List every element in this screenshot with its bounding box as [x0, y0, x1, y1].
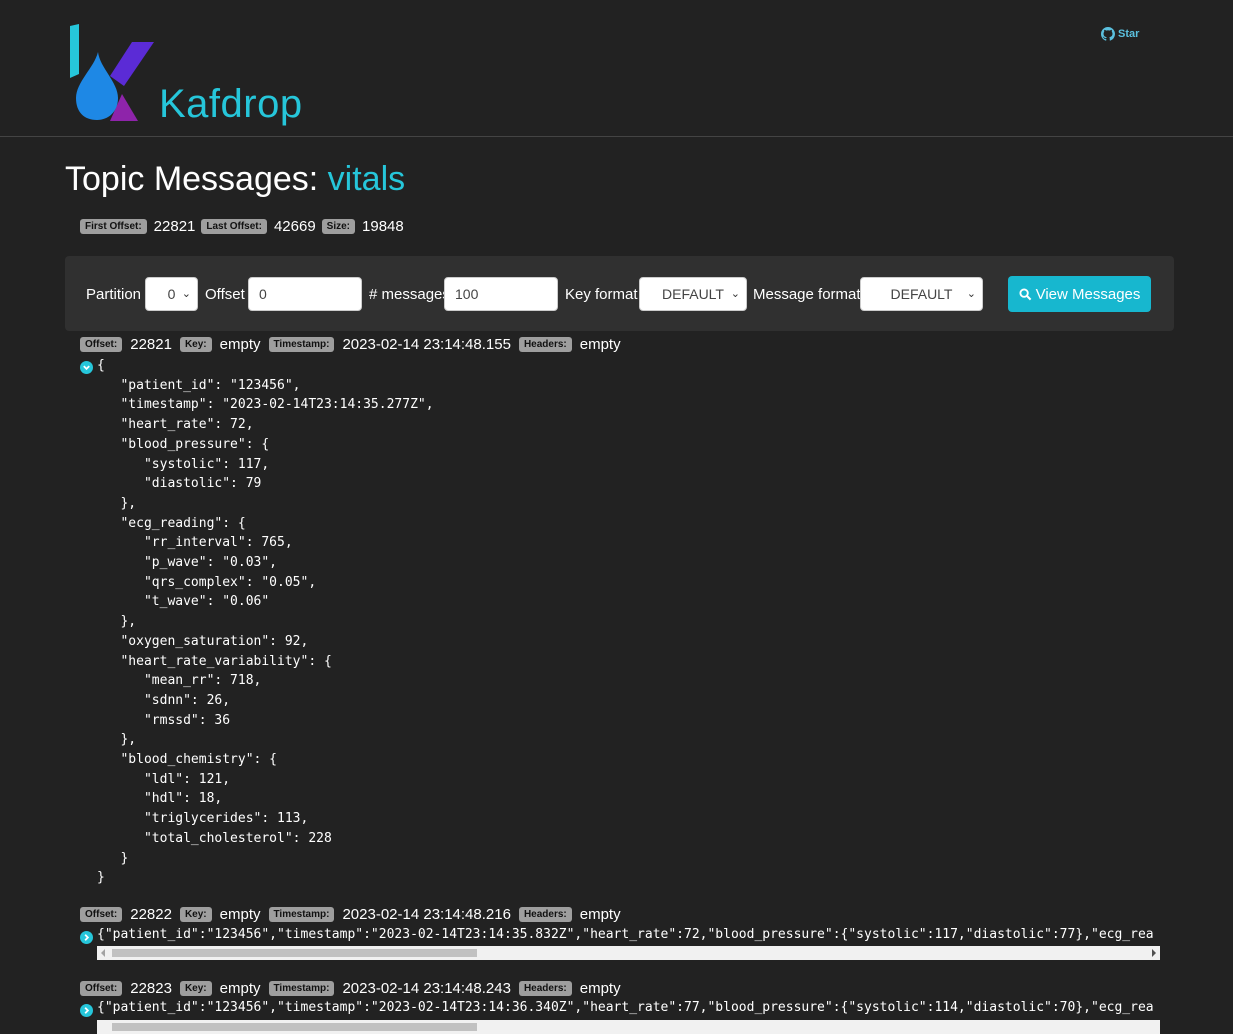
message-format-value: DEFAULT — [890, 286, 953, 302]
message-meta: Offset: 22822 Key: empty Timestamp: 2023-02… — [80, 906, 629, 923]
messages-count-label: # messages — [369, 286, 450, 303]
size-badge: Size: — [321, 219, 356, 234]
star-label: Star — [1118, 28, 1140, 40]
message-offset: 22822 — [130, 906, 172, 923]
message-headers: empty — [579, 336, 621, 353]
key-format-select[interactable]: DEFAULT ⌄ — [639, 277, 747, 311]
github-icon — [1101, 27, 1115, 41]
page-title: Topic Messages: vitals — [65, 160, 405, 199]
message-meta: Offset: 22823 Key: empty Timestamp: 2023-02… — [80, 980, 629, 997]
scroll-left-icon[interactable] — [101, 949, 105, 957]
horizontal-scrollbar[interactable] — [97, 1020, 1160, 1034]
chevron-down-icon: ⌄ — [730, 288, 740, 300]
message-headers: empty — [579, 980, 621, 997]
message-format-label: Message format — [753, 286, 861, 303]
view-messages-button[interactable]: View Messages — [1008, 276, 1151, 312]
size-value: 19848 — [362, 218, 404, 235]
offset-label: Offset — [205, 286, 245, 303]
topic-name: vitals — [327, 160, 406, 198]
expand-toggle-icon[interactable] — [80, 1004, 93, 1017]
search-icon — [1019, 287, 1031, 300]
headers-badge: Headers: — [518, 337, 572, 352]
partition-label: Partition — [86, 286, 142, 303]
partition-value: 0 — [167, 286, 176, 302]
key-format-label: Key format — [565, 286, 638, 303]
headers-badge: Headers: — [518, 907, 572, 922]
timestamp-badge: Timestamp: — [268, 981, 335, 996]
message-key: empty — [219, 906, 261, 923]
message-offset: 22823 — [130, 980, 172, 997]
horizontal-scrollbar[interactable] — [97, 946, 1160, 960]
message-filter-toolbar: Partition 0 ⌄ Offset 0 # messages 100 Key… — [65, 256, 1174, 331]
message-body-collapsed: {"patient_id":"123456","timestamp":"2023… — [97, 927, 1154, 942]
brand-name[interactable]: Kafdrop — [159, 82, 303, 127]
github-star-button[interactable]: Star — [1101, 27, 1139, 41]
key-badge: Key: — [179, 907, 212, 922]
message-format-select[interactable]: DEFAULT ⌄ — [860, 277, 983, 311]
last-offset-badge: Last Offset: — [201, 219, 267, 234]
timestamp-badge: Timestamp: — [268, 907, 335, 922]
collapse-toggle-icon[interactable] — [80, 361, 93, 374]
last-offset-value: 42669 — [273, 218, 316, 235]
message-headers: empty — [579, 906, 621, 923]
view-messages-label: View Messages — [1035, 285, 1141, 303]
navbar: Kafdrop Star — [0, 0, 1233, 137]
offset-input[interactable]: 0 — [248, 277, 362, 311]
key-badge: Key: — [179, 981, 212, 996]
headers-badge: Headers: — [518, 981, 572, 996]
message-timestamp: 2023-02-14 23:14:48.216 — [342, 906, 511, 923]
message-body-collapsed: {"patient_id":"123456","timestamp":"2023… — [97, 1000, 1154, 1015]
topic-summary: First Offset: 22821 Last Offset: 42669 Siz… — [80, 218, 410, 235]
timestamp-badge: Timestamp: — [268, 337, 335, 352]
page-title-prefix: Topic Messages: — [65, 160, 328, 198]
chevron-down-icon: ⌄ — [966, 288, 976, 300]
scrollbar-thumb[interactable] — [112, 1023, 477, 1031]
chevron-down-icon: ⌄ — [181, 288, 191, 300]
offset-badge: Offset: — [80, 907, 123, 922]
first-offset-badge: First Offset: — [80, 219, 147, 234]
scrollbar-thumb[interactable] — [112, 949, 477, 957]
key-badge: Key: — [179, 337, 212, 352]
expand-toggle-icon[interactable] — [80, 931, 93, 944]
message-timestamp: 2023-02-14 23:14:48.155 — [342, 336, 511, 353]
messages-count-input[interactable]: 100 — [444, 277, 558, 311]
message-body-expanded: { "patient_id": "123456", "timestamp": "… — [97, 358, 434, 886]
key-format-value: DEFAULT — [662, 286, 724, 302]
kafdrop-logo-icon[interactable] — [70, 24, 156, 122]
first-offset-value: 22821 — [153, 218, 196, 235]
partition-select[interactable]: 0 ⌄ — [145, 277, 198, 311]
message-meta: Offset: 22821 Key: empty Timestamp: 2023-02… — [80, 336, 629, 353]
message-key: empty — [219, 336, 261, 353]
scroll-right-icon[interactable] — [1152, 949, 1156, 957]
message-offset: 22821 — [130, 336, 172, 353]
message-timestamp: 2023-02-14 23:14:48.243 — [342, 980, 511, 997]
message-key: empty — [219, 980, 261, 997]
offset-badge: Offset: — [80, 981, 123, 996]
offset-badge: Offset: — [80, 337, 123, 352]
